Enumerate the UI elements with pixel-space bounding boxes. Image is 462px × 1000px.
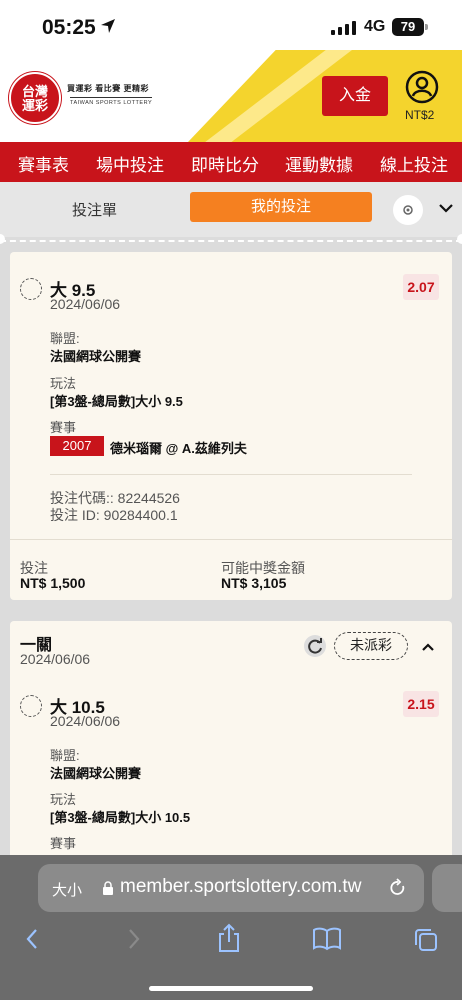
selection-date: 2024/06/06	[50, 296, 121, 312]
event-code-badge: 2007	[50, 436, 104, 456]
league-label: 聯盟:	[50, 331, 80, 346]
share-icon[interactable]	[216, 923, 242, 953]
chevron-up-icon[interactable]	[420, 639, 436, 655]
tab-my-bets[interactable]: 我的投注	[190, 192, 372, 222]
logo-slogan: 買運彩 看比賽 更精彩	[67, 84, 149, 93]
nav-item-sports-data[interactable]: 運動數據	[285, 151, 353, 176]
battery-nub	[425, 24, 428, 30]
user-account-icon[interactable]	[405, 70, 439, 104]
signal-icon	[331, 21, 356, 35]
status-bar: 05:25 4G 79	[0, 0, 462, 50]
league: 法國網球公開賽	[50, 766, 142, 781]
browser-toolbar: 大小 member.sportslottery.com.tw	[0, 855, 462, 1000]
chevron-down-icon[interactable]	[437, 199, 455, 217]
event-label: 賽事	[50, 420, 77, 435]
divider	[50, 474, 412, 475]
bet-card: 一關 2024/06/06 未派彩 大 10.5 2024/06/06 2.15…	[10, 621, 452, 855]
nav-item-live-betting[interactable]: 場中投注	[96, 151, 164, 176]
tabs-icon[interactable]	[412, 927, 440, 953]
text-size-button[interactable]: 大小	[52, 879, 82, 900]
status-time: 05:25	[42, 16, 96, 39]
forward-icon[interactable]	[126, 927, 142, 951]
bookmarks-icon[interactable]	[312, 927, 342, 951]
app-header: 台灣 運彩 買運彩 看比賽 更精彩 TAIWAN SPORTS LOTTERY …	[0, 50, 462, 142]
nav-item-live-scores[interactable]: 即時比分	[191, 151, 259, 176]
balance: NT$2	[405, 108, 435, 122]
payout: NT$ 3,105	[221, 575, 287, 591]
back-icon[interactable]	[24, 927, 40, 951]
logo[interactable]: 台灣 運彩	[9, 72, 61, 124]
nav-item-schedule[interactable]: 賽事表	[18, 151, 69, 176]
selection-date: 2024/06/06	[50, 713, 121, 729]
odds-badge: 2.15	[403, 691, 439, 717]
battery-icon: 79	[392, 18, 424, 36]
event-name: 德米瑙爾 @ A.茲維列夫	[110, 441, 247, 456]
network-type: 4G	[364, 18, 386, 35]
location-arrow-icon	[101, 19, 115, 33]
url-text: member.sportslottery.com.tw	[120, 876, 362, 897]
deposit-button[interactable]: 入金	[322, 76, 388, 116]
tear-dot-right	[457, 234, 462, 244]
address-bar[interactable]: 大小 member.sportslottery.com.tw	[38, 864, 424, 912]
stake: NT$ 1,500	[20, 575, 86, 591]
reload-icon[interactable]	[388, 877, 408, 899]
bet-card: 大 9.5 2024/06/06 2.07 聯盟: 法國網球公開賽 玩法 [第3…	[10, 252, 452, 600]
selection-radio[interactable]	[20, 695, 42, 717]
logo-line2: 運彩	[21, 98, 48, 113]
play-label: 玩法	[50, 376, 77, 391]
league-label: 聯盟:	[50, 748, 80, 763]
tear-dot-left	[0, 234, 5, 244]
logo-english: TAIWAN SPORTS LOTTERY	[70, 97, 153, 106]
bet-id: 投注 ID: 90284400.1	[50, 507, 178, 523]
tear-line	[0, 240, 462, 242]
refresh-button[interactable]	[304, 635, 326, 657]
settings-button[interactable]	[393, 195, 423, 225]
divider	[10, 539, 452, 540]
home-indicator	[149, 986, 313, 991]
nav-item-online-betting[interactable]: 線上投注	[380, 151, 448, 176]
tab-bet-slip[interactable]: 投注單	[72, 199, 117, 220]
bet-date: 2024/06/06	[20, 651, 91, 667]
status-badge: 未派彩	[334, 632, 408, 660]
league: 法國網球公開賽	[50, 349, 142, 364]
logo-line1: 台灣	[21, 84, 48, 99]
gear-icon	[403, 205, 413, 215]
lock-icon	[103, 881, 113, 895]
refresh-icon	[308, 638, 322, 654]
odds-badge: 2.07	[403, 274, 439, 300]
play: [第3盤-總局數]大小 10.5	[50, 810, 191, 825]
play-label: 玩法	[50, 792, 77, 807]
main-nav: 賽事表 場中投注 即時比分 運動數據 線上投注	[0, 142, 462, 182]
event-label: 賽事	[50, 836, 77, 851]
selection-radio[interactable]	[20, 278, 42, 300]
play: [第3盤-總局數]大小 9.5	[50, 394, 183, 409]
next-tab-preview[interactable]	[432, 864, 462, 912]
